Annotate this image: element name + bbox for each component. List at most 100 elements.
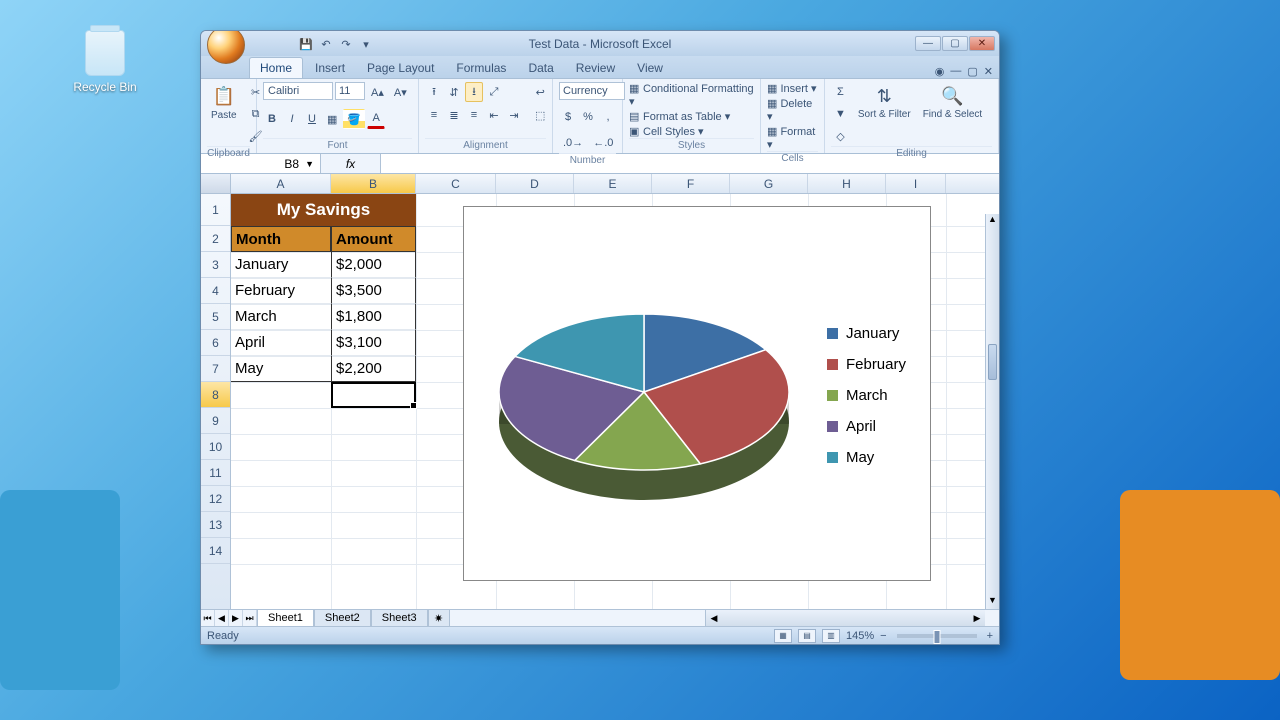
- sheet-nav-last[interactable]: ⏭: [243, 610, 257, 626]
- grow-font-icon[interactable]: A▴: [367, 82, 388, 102]
- row-header-12[interactable]: 12: [201, 486, 230, 512]
- wrap-text-icon[interactable]: ↩: [531, 82, 549, 102]
- row-header-8[interactable]: 8: [201, 382, 230, 408]
- font-name-combo[interactable]: Calibri: [263, 82, 333, 100]
- row-header-3[interactable]: 3: [201, 252, 230, 278]
- view-normal-icon[interactable]: ▦: [774, 629, 792, 643]
- align-center-icon[interactable]: ≣: [445, 105, 463, 125]
- tab-page-layout[interactable]: Page Layout: [357, 58, 444, 78]
- close-button[interactable]: ✕: [969, 36, 995, 51]
- row-header-4[interactable]: 4: [201, 278, 230, 304]
- find-select-button[interactable]: 🔍 Find & Select: [919, 82, 986, 122]
- col-header-E[interactable]: E: [574, 174, 652, 193]
- number-format-combo[interactable]: Currency: [559, 82, 625, 100]
- percent-format-icon[interactable]: %: [579, 107, 597, 127]
- col-header-B[interactable]: B: [331, 174, 416, 193]
- zoom-slider[interactable]: [897, 634, 977, 638]
- row-header-2[interactable]: 2: [201, 226, 230, 252]
- col-header-F[interactable]: F: [652, 174, 730, 193]
- new-sheet-button[interactable]: ✷: [428, 609, 450, 626]
- row-header-11[interactable]: 11: [201, 460, 230, 486]
- align-right-icon[interactable]: ≡: [465, 105, 483, 125]
- orientation-icon[interactable]: ⤢: [485, 82, 503, 102]
- tab-data[interactable]: Data: [518, 58, 563, 78]
- sheet-tab-2[interactable]: Sheet2: [314, 609, 371, 626]
- align-top-icon[interactable]: ⭱: [425, 82, 443, 102]
- desktop-recycle-bin[interactable]: Recycle Bin: [70, 30, 140, 94]
- sort-filter-button[interactable]: ⇅ Sort & Filter: [854, 82, 915, 122]
- zoom-in-icon[interactable]: +: [987, 630, 993, 642]
- col-header-D[interactable]: D: [496, 174, 574, 193]
- sheet-nav-prev[interactable]: ◀: [215, 610, 229, 626]
- align-left-icon[interactable]: ≡: [425, 105, 443, 125]
- select-all-button[interactable]: [201, 174, 231, 193]
- format-as-table-button[interactable]: ▤Format as Table ▾: [629, 110, 754, 123]
- row-header-13[interactable]: 13: [201, 512, 230, 538]
- vertical-scrollbar[interactable]: ▲ ▼: [985, 214, 999, 609]
- cell-styles-button[interactable]: ▣Cell Styles ▾: [629, 125, 754, 138]
- ribbon-close-icon[interactable]: ✕: [984, 65, 993, 78]
- delete-cells-button[interactable]: ▦ Delete ▾: [767, 97, 818, 123]
- tab-formulas[interactable]: Formulas: [446, 58, 516, 78]
- row-header-6[interactable]: 6: [201, 330, 230, 356]
- sheet-nav-next[interactable]: ▶: [229, 610, 243, 626]
- cells-area[interactable]: My SavingsMonthAmountJanuary$2,000Februa…: [231, 194, 999, 609]
- conditional-formatting-button[interactable]: ▦Conditional Formatting ▾: [629, 82, 754, 108]
- italic-button[interactable]: I: [283, 109, 301, 129]
- decrease-indent-icon[interactable]: ⇤: [485, 105, 503, 125]
- row-header-5[interactable]: 5: [201, 304, 230, 330]
- accounting-format-icon[interactable]: $: [559, 107, 577, 127]
- zoom-out-icon[interactable]: −: [880, 630, 886, 642]
- maximize-button[interactable]: ▢: [942, 36, 968, 51]
- row-header-9[interactable]: 9: [201, 408, 230, 434]
- tab-insert[interactable]: Insert: [305, 58, 355, 78]
- align-middle-icon[interactable]: ⇵: [445, 82, 463, 102]
- format-cells-button[interactable]: ▦ Format ▾: [767, 125, 818, 151]
- tab-view[interactable]: View: [627, 58, 673, 78]
- row-header-10[interactable]: 10: [201, 434, 230, 460]
- align-bottom-icon[interactable]: ⭳: [465, 82, 483, 102]
- ribbon-minimize-icon[interactable]: —: [950, 65, 961, 78]
- col-header-I[interactable]: I: [886, 174, 946, 193]
- tab-home[interactable]: Home: [249, 57, 303, 78]
- shrink-font-icon[interactable]: A▾: [390, 82, 411, 102]
- selected-cell[interactable]: [331, 382, 416, 408]
- font-size-combo[interactable]: 11: [335, 82, 365, 100]
- minimize-button[interactable]: —: [915, 36, 941, 51]
- view-break-icon[interactable]: ▥: [822, 629, 840, 643]
- decrease-decimal-icon[interactable]: ←.0: [589, 133, 617, 153]
- fx-icon[interactable]: fx: [321, 154, 381, 173]
- insert-cells-button[interactable]: ▦ Insert ▾: [767, 82, 818, 95]
- redo-icon[interactable]: ↷: [337, 35, 355, 53]
- ribbon-restore-icon[interactable]: ▢: [967, 65, 977, 78]
- paste-button[interactable]: 📋 Paste: [207, 82, 241, 123]
- border-icon[interactable]: ▦: [323, 109, 341, 129]
- view-layout-icon[interactable]: ▤: [798, 629, 816, 643]
- fill-color-icon[interactable]: 🪣: [343, 109, 365, 129]
- merge-center-icon[interactable]: ⬚: [531, 105, 549, 125]
- comma-format-icon[interactable]: ,: [599, 107, 617, 127]
- row-header-1[interactable]: 1: [201, 194, 230, 226]
- fill-icon[interactable]: ▼: [831, 104, 850, 124]
- qat-customize-icon[interactable]: ▾: [357, 35, 375, 53]
- undo-icon[interactable]: ↶: [317, 35, 335, 53]
- sheet-tab-1[interactable]: Sheet1: [257, 609, 314, 626]
- increase-decimal-icon[interactable]: .0→: [559, 133, 587, 153]
- col-header-G[interactable]: G: [730, 174, 808, 193]
- col-header-A[interactable]: A: [231, 174, 331, 193]
- increase-indent-icon[interactable]: ⇥: [505, 105, 523, 125]
- horizontal-scrollbar[interactable]: ◀▶: [705, 610, 985, 626]
- bold-button[interactable]: B: [263, 109, 281, 129]
- save-icon[interactable]: 💾: [297, 35, 315, 53]
- row-header-7[interactable]: 7: [201, 356, 230, 382]
- autosum-icon[interactable]: Σ: [831, 82, 850, 102]
- help-icon[interactable]: ◉: [935, 65, 945, 78]
- tab-review[interactable]: Review: [566, 58, 625, 78]
- underline-button[interactable]: U: [303, 109, 321, 129]
- font-color-icon[interactable]: A: [367, 109, 385, 129]
- col-header-C[interactable]: C: [416, 174, 496, 193]
- col-header-H[interactable]: H: [808, 174, 886, 193]
- clear-icon[interactable]: ◇: [831, 126, 850, 146]
- embedded-chart[interactable]: JanuaryFebruaryMarchAprilMay: [463, 206, 931, 581]
- sheet-tab-3[interactable]: Sheet3: [371, 609, 428, 626]
